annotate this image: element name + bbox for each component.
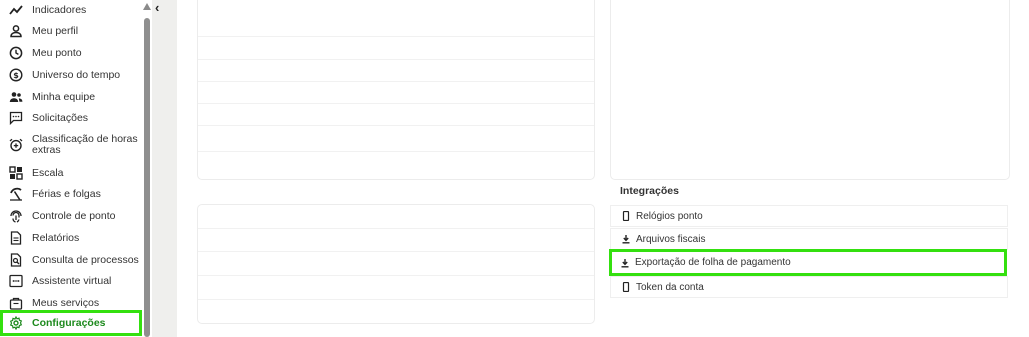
sidebar-item-ferias-e-folgas[interactable]: Férias e folgas <box>0 186 142 201</box>
chat-dots-icon <box>9 111 23 125</box>
fingerprint-icon <box>9 209 23 223</box>
collapse-sidebar-icon[interactable]: ‹ <box>155 0 159 15</box>
dollar-circle-icon: $ <box>9 67 23 82</box>
sidebar-item-minha-equipe[interactable]: Minha equipe <box>0 89 142 104</box>
sidebar-gutter <box>152 0 177 337</box>
content-card-left-top <box>197 0 595 180</box>
svg-text:$: $ <box>13 71 19 80</box>
sidebar-item-label: Solicitações <box>32 111 89 124</box>
beach-icon <box>9 187 23 201</box>
sidebar-item-label: Controle de ponto <box>32 209 116 222</box>
sidebar-item-label: Configurações <box>32 317 106 329</box>
sidebar-item-label: Indicadores <box>32 3 87 16</box>
person-icon <box>9 24 23 38</box>
sidebar: Indicadores Meu perfil Meu ponto $ Unive… <box>0 0 152 337</box>
sidebar-item-classificacao-horas-extras[interactable]: Classificação de horas extras <box>0 133 142 157</box>
sidebar-item-label: Meu ponto <box>32 46 82 59</box>
sidebar-item-meu-ponto[interactable]: Meu ponto <box>0 45 142 60</box>
phone-icon <box>621 211 631 221</box>
content-card-right-top <box>610 0 1010 180</box>
sidebar-item-escala[interactable]: Escala <box>0 165 142 180</box>
sidebar-item-meu-perfil[interactable]: Meu perfil <box>0 23 142 38</box>
integration-item-label: Exportação de folha de pagamento <box>635 257 791 268</box>
gear-icon <box>9 316 23 330</box>
document-search-icon <box>9 252 23 267</box>
clock-icon <box>9 46 23 60</box>
sidebar-item-solicitacoes[interactable]: Solicitações <box>0 110 142 125</box>
content-card-left-bottom <box>197 204 595 324</box>
sidebar-item-label: Relatórios <box>32 231 80 244</box>
integration-item-token-da-conta[interactable]: Token da conta <box>610 276 1008 298</box>
sidebar-item-label: Escala <box>32 166 64 179</box>
integration-item-arquivos-fiscais[interactable]: Arquivos fiscais <box>610 228 1008 250</box>
document-icon <box>9 230 23 245</box>
people-icon <box>9 90 23 104</box>
integration-item-exportacao-folha-pagamento[interactable]: Exportação de folha de pagamento <box>609 249 1007 276</box>
sidebar-item-label: Meus serviços <box>32 296 100 309</box>
integration-item-label: Token da conta <box>636 281 704 293</box>
sidebar-item-relatorios[interactable]: Relatórios <box>0 230 142 245</box>
integration-item-label: Relógios ponto <box>636 210 703 222</box>
grid-icon <box>9 165 23 180</box>
integrations-title: Integrações <box>620 185 679 197</box>
bag-icon <box>9 296 23 310</box>
sidebar-item-controle-de-ponto[interactable]: Controle de ponto <box>0 208 142 223</box>
sidebar-item-label: Minha equipe <box>32 90 96 103</box>
chat-bot-icon <box>9 274 23 288</box>
integration-item-label: Arquivos fiscais <box>636 233 706 245</box>
sidebar-item-label: Assistente virtual <box>32 274 112 287</box>
sidebar-item-consulta-de-processos[interactable]: Consulta de processos <box>0 252 142 267</box>
sidebar-item-label: Meu perfil <box>32 24 79 37</box>
sidebar-item-configuracoes[interactable]: Configurações <box>0 310 142 336</box>
alarm-plus-icon <box>9 138 23 152</box>
sidebar-scrollbar-thumb[interactable] <box>144 18 150 337</box>
sidebar-item-assistente-virtual[interactable]: Assistente virtual <box>0 273 142 288</box>
integration-item-relogios-ponto[interactable]: Relógios ponto <box>610 205 1008 227</box>
download-icon <box>621 234 631 244</box>
download-icon <box>620 258 630 268</box>
sidebar-item-label: Universo do tempo <box>32 68 121 81</box>
trend-line-icon <box>9 3 23 17</box>
sidebar-item-label: Classificação de horas extras <box>32 133 138 156</box>
scroll-up-arrow-icon[interactable] <box>143 3 151 10</box>
sidebar-item-meus-servicos[interactable]: Meus serviços <box>0 295 142 310</box>
phone-icon <box>621 282 631 292</box>
sidebar-item-indicadores[interactable]: Indicadores <box>0 2 142 17</box>
sidebar-item-universo-do-tempo[interactable]: $ Universo do tempo <box>0 67 142 82</box>
sidebar-item-label: Consulta de processos <box>32 253 139 266</box>
sidebar-item-label: Férias e folgas <box>32 187 101 200</box>
